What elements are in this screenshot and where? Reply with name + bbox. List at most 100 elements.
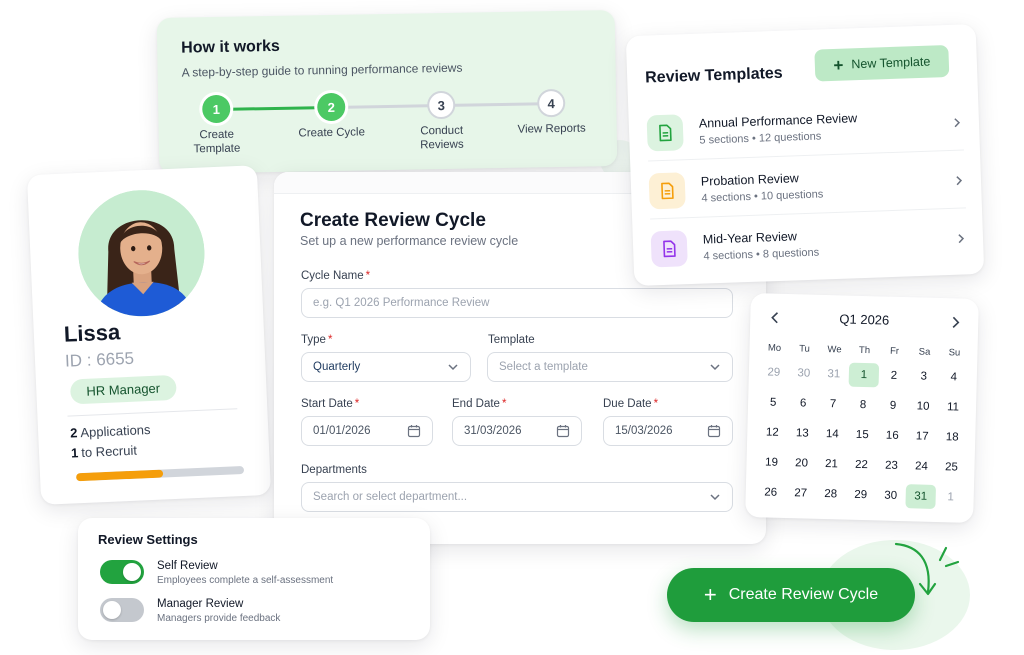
calendar-day[interactable]: 17 xyxy=(907,424,938,449)
due-date-input[interactable]: 15/03/2026 xyxy=(603,416,733,446)
calendar-day-selected[interactable]: 31 xyxy=(905,484,937,509)
label-text: Due Date xyxy=(603,398,652,410)
calendar-day[interactable]: 15 xyxy=(847,423,878,448)
calendar-day[interactable]: 25 xyxy=(936,455,967,480)
calendar-day[interactable]: 29 xyxy=(845,483,876,508)
label-text: End Date xyxy=(452,398,500,410)
setting-manager-review: Manager Review Managers provide feedback xyxy=(100,598,280,624)
chevron-down-icon xyxy=(710,364,720,371)
required-mark: * xyxy=(327,334,333,346)
calendar-title: Q1 2026 xyxy=(839,311,890,328)
how-it-works-subtitle: A step-by-step guide to running performa… xyxy=(181,60,463,80)
calendar-day[interactable]: 31 xyxy=(819,362,850,387)
template-text: Annual Performance Review 5 sections • 1… xyxy=(699,107,952,147)
calendar-header: Q1 2026 xyxy=(750,307,978,333)
template-icon-wrap xyxy=(646,113,684,151)
calendar-day-selected[interactable]: 1 xyxy=(848,362,880,388)
calendar-day[interactable]: 14 xyxy=(817,422,848,447)
recruit-label: to Recruit xyxy=(80,442,138,461)
template-item[interactable]: Probation Review 4 sections • 10 questio… xyxy=(648,152,966,220)
type-select[interactable]: Quarterly xyxy=(301,352,471,382)
setting-description: Managers provide feedback xyxy=(157,613,281,624)
calendar-day[interactable]: 9 xyxy=(878,393,909,418)
calendar-day[interactable]: 20 xyxy=(786,451,817,476)
label-text: Template xyxy=(488,334,535,346)
create-review-cycle-button[interactable]: + Create Review Cycle xyxy=(667,568,915,622)
calendar-day[interactable]: 30 xyxy=(875,483,906,508)
calendar-day[interactable]: 16 xyxy=(877,423,908,448)
step-label: View Reports xyxy=(517,122,586,136)
template-select[interactable]: Select a template xyxy=(487,352,733,382)
label-text: Cycle Name xyxy=(301,270,364,282)
calendar-day[interactable]: 10 xyxy=(908,394,939,419)
calendar-day[interactable]: 23 xyxy=(876,453,907,478)
new-template-label: New Template xyxy=(851,54,931,72)
new-template-button[interactable]: + New Template xyxy=(814,44,950,82)
chevron-down-icon xyxy=(448,364,458,371)
calendar-day[interactable]: 6 xyxy=(788,391,819,416)
template-placeholder: Select a template xyxy=(499,361,588,373)
calendar-day[interactable]: 21 xyxy=(816,452,847,477)
chevron-right-icon xyxy=(954,117,961,127)
calendar-day[interactable]: 5 xyxy=(758,390,789,415)
profile-id: ID : 6655 xyxy=(64,348,135,371)
document-icon xyxy=(661,181,674,199)
step-label: Conduct Reviews xyxy=(420,124,464,152)
self-review-toggle[interactable] xyxy=(100,560,144,584)
template-item[interactable]: Annual Performance Review 5 sections • 1… xyxy=(646,94,964,162)
cycle-name-input[interactable]: e.g. Q1 2026 Performance Review xyxy=(301,288,733,318)
calendar-day[interactable]: 4 xyxy=(939,365,970,390)
calendar-day[interactable]: 30 xyxy=(789,361,820,386)
calendar-day[interactable]: 28 xyxy=(815,482,846,507)
start-date-input[interactable]: 01/01/2026 xyxy=(301,416,433,446)
step-create-cycle[interactable]: 2 Create Cycle xyxy=(286,92,377,141)
calendar-icon xyxy=(707,425,721,438)
form-subtitle: Set up a new performance review cycle xyxy=(300,234,519,248)
departments-placeholder: Search or select department... xyxy=(313,491,468,503)
weekday-label: Sa xyxy=(918,346,931,358)
create-button-label: Create Review Cycle xyxy=(728,586,879,603)
calendar-day[interactable]: 26 xyxy=(755,480,786,505)
person-illustration xyxy=(75,187,208,319)
document-icon xyxy=(659,124,672,141)
calendar-day[interactable]: 1 xyxy=(935,485,966,510)
calendar-day[interactable]: 3 xyxy=(909,364,940,389)
template-item[interactable]: Mid-Year Review 4 sections • 8 questions xyxy=(650,210,968,277)
required-mark: * xyxy=(354,398,360,410)
setting-text: Manager Review Managers provide feedback xyxy=(157,598,280,624)
calendar-day[interactable]: 7 xyxy=(818,392,849,417)
chevron-right-icon[interactable] xyxy=(948,315,962,329)
weekday-label: Tu xyxy=(799,343,811,355)
week-row: 26 27 28 29 30 31 1 xyxy=(755,477,966,512)
calendar-icon xyxy=(407,425,421,438)
calendar-day[interactable]: 24 xyxy=(906,454,937,479)
calendar-day[interactable]: 12 xyxy=(757,420,788,445)
chevron-down-icon xyxy=(710,494,720,501)
weekday-label: We xyxy=(827,344,842,356)
calendar-day[interactable]: 22 xyxy=(846,453,877,478)
template-text: Probation Review 4 sections • 10 questio… xyxy=(701,165,954,204)
progress-fill xyxy=(75,469,164,482)
calendar-day[interactable]: 29 xyxy=(759,360,790,385)
calendar-day[interactable]: 2 xyxy=(879,363,910,388)
label-text: Start Date xyxy=(301,398,353,410)
calendar-day[interactable]: 19 xyxy=(756,450,787,475)
calendar-day[interactable]: 11 xyxy=(938,395,969,420)
recruit-count: 1 xyxy=(70,445,79,461)
calendar-day[interactable]: 18 xyxy=(937,425,968,450)
departments-select[interactable]: Search or select department... xyxy=(301,482,733,512)
curved-arrow-icon xyxy=(894,542,960,596)
step-view-reports[interactable]: 4 View Reports xyxy=(506,88,597,137)
recruit-stat: 1 to Recruit xyxy=(71,443,137,461)
cycle-name-placeholder: e.g. Q1 2026 Performance Review xyxy=(313,297,490,309)
calendar-day[interactable]: 13 xyxy=(787,421,818,446)
profile-card: Lissa ID : 6655 HR Manager 2 Applications… xyxy=(26,165,272,505)
required-mark: * xyxy=(365,270,371,282)
step-conduct-reviews[interactable]: 3 Conduct Reviews xyxy=(396,90,487,153)
manager-review-toggle[interactable] xyxy=(100,598,144,622)
review-templates-card: Review Templates + New Template Annual P… xyxy=(625,23,985,287)
calendar-day[interactable]: 27 xyxy=(785,481,816,506)
calendar-day[interactable]: 8 xyxy=(848,393,879,418)
end-date-input[interactable]: 31/03/2026 xyxy=(452,416,582,446)
step-create-template[interactable]: 1 Create Template xyxy=(171,94,262,157)
